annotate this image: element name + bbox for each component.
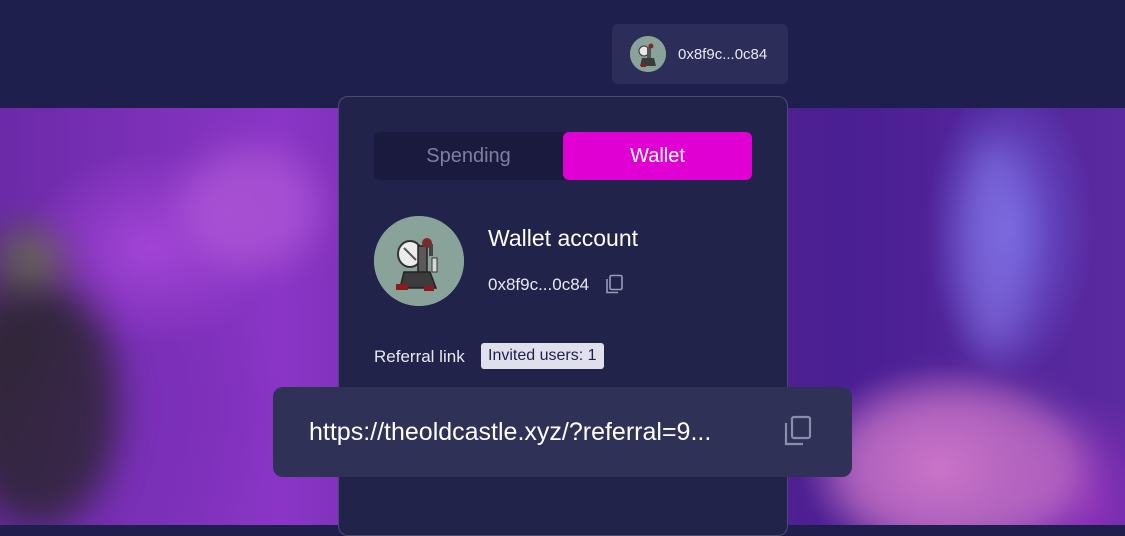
invited-users-badge: Invited users: 1: [481, 343, 604, 369]
tab-switcher: Spending Wallet: [374, 132, 752, 180]
referral-link-label: Referral link: [374, 347, 465, 366]
tab-spending[interactable]: Spending: [374, 132, 563, 180]
top-bar: [0, 0, 1125, 108]
wallet-address: 0x8f9c...0c84: [678, 45, 768, 63]
copy-icon[interactable]: [603, 273, 625, 295]
knight-avatar-icon: [374, 216, 464, 306]
wallet-address-chip[interactable]: 0x8f9c...0c84: [612, 24, 788, 84]
knight-avatar-icon: [630, 36, 666, 72]
account-address: 0x8f9c...0c84: [488, 275, 590, 294]
referral-url: https://theoldcastle.xyz/?referral=9...: [309, 418, 712, 446]
copy-icon[interactable]: [781, 414, 815, 448]
account-title: Wallet account: [488, 225, 638, 251]
referral-link-box[interactable]: https://theoldcastle.xyz/?referral=9...: [273, 387, 852, 477]
tab-wallet[interactable]: Wallet: [563, 132, 752, 180]
